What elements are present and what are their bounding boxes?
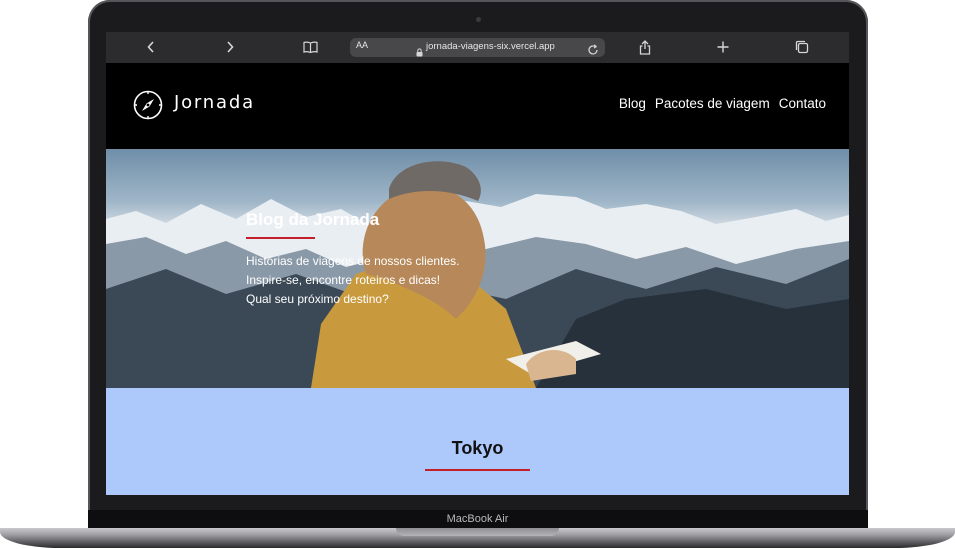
hero-description: Histórias de viagens de nossos clientes.… [246, 254, 460, 306]
tabs-icon[interactable] [790, 38, 814, 56]
section-underline [425, 469, 530, 471]
hero-title: Blog da Jornada [246, 210, 380, 229]
lock-icon [416, 42, 423, 61]
nav-link-pacotes[interactable]: Pacotes de viagem [655, 96, 770, 111]
screen: AA jornada-viagens-six.vercel.app Jornad… [106, 32, 849, 495]
address-bar[interactable]: AA jornada-viagens-six.vercel.app [350, 38, 605, 57]
share-icon[interactable] [633, 38, 657, 56]
title-underline [246, 237, 315, 239]
plus-icon[interactable] [711, 38, 735, 56]
site-header: Jornada Blog Pacotes de viagem Contato [106, 63, 849, 149]
hero-photo [106, 161, 849, 388]
reload-icon[interactable] [587, 41, 599, 60]
url-text: jornada-viagens-six.vercel.app [426, 41, 555, 52]
section-title: Tokyo [451, 438, 504, 458]
nav-link-blog[interactable]: Blog [619, 96, 646, 111]
compass-icon[interactable] [133, 90, 163, 120]
destination-section: Tokyo [106, 388, 849, 495]
nav-link-contato[interactable]: Contato [779, 96, 826, 111]
book-icon[interactable] [298, 38, 322, 56]
camera-icon [476, 17, 481, 22]
chevron-right-icon[interactable] [218, 38, 242, 56]
laptop-notch [396, 528, 559, 536]
device-label: MacBook Air [446, 513, 509, 525]
chevron-left-icon[interactable] [139, 38, 163, 56]
main-nav: Blog Pacotes de viagem Contato [619, 96, 826, 111]
logo-text[interactable]: Jornada [174, 92, 255, 113]
reader-button[interactable]: AA [356, 40, 368, 50]
browser-toolbar: AA jornada-viagens-six.vercel.app [106, 32, 849, 64]
hero-banner: Blog da Jornada Histórias de viagens de … [106, 149, 849, 388]
